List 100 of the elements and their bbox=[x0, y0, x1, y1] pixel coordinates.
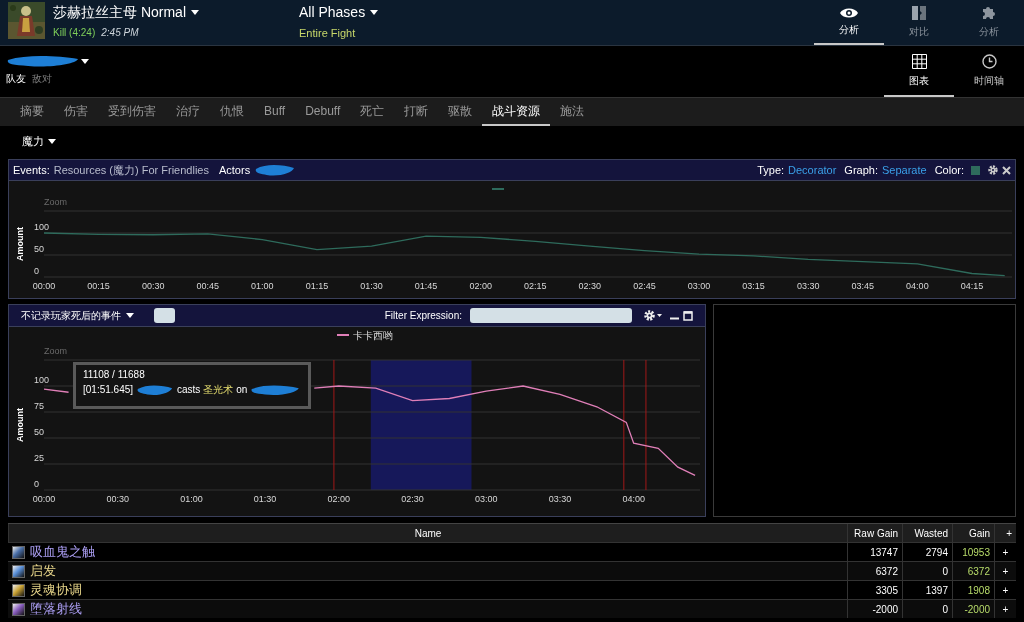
table-cell: -2000 bbox=[847, 600, 902, 618]
filter-expression-field[interactable] bbox=[470, 308, 632, 323]
axis-label: 0 bbox=[34, 479, 39, 489]
graph-link[interactable]: Separate bbox=[882, 161, 927, 179]
tooltip-timestamp: [01:51.645] bbox=[83, 383, 134, 397]
settings-icon[interactable] bbox=[988, 165, 998, 175]
events-label: Events: bbox=[13, 162, 50, 178]
axis-label: 02:15 bbox=[524, 281, 547, 291]
axis-label: 00:45 bbox=[196, 281, 220, 291]
tab[interactable]: 仇恨 bbox=[210, 98, 254, 126]
spell-name: 灵魂协调 bbox=[30, 581, 82, 600]
axis-label: 100 bbox=[34, 222, 50, 232]
axis-title: Amount bbox=[15, 408, 25, 442]
spell-name: 吸血鬼之触 bbox=[30, 543, 95, 562]
type-link[interactable]: Decorator bbox=[788, 161, 837, 179]
axis-label: 50 bbox=[34, 427, 44, 437]
tab[interactable]: 治疗 bbox=[166, 98, 210, 126]
axis-label: 01:15 bbox=[305, 281, 329, 291]
clock-icon bbox=[981, 53, 997, 69]
axis-label: 01:30 bbox=[360, 281, 383, 291]
eye-icon bbox=[840, 6, 858, 19]
side-toggle[interactable]: 敌对 bbox=[32, 71, 52, 86]
axis-label: 01:45 bbox=[414, 281, 438, 291]
axis-label: 00:15 bbox=[87, 281, 110, 291]
axis-label: 01:30 bbox=[253, 494, 277, 504]
side-toggle[interactable]: 队友 bbox=[6, 71, 26, 86]
type-label: Type: bbox=[757, 162, 785, 178]
axis-label: 75 bbox=[34, 401, 44, 411]
tab[interactable]: 驱散 bbox=[438, 98, 483, 126]
axis-label: 02:00 bbox=[327, 494, 351, 504]
table-cell: -2000 bbox=[952, 600, 994, 618]
tooltip-value: 11108 / 11688 bbox=[83, 368, 146, 382]
events-description: Resources (魔力) For Friendlies bbox=[53, 162, 209, 178]
maximize-icon[interactable] bbox=[683, 310, 693, 321]
axis-label: 00:30 bbox=[106, 494, 129, 504]
tab[interactable]: 死亡 bbox=[350, 98, 395, 126]
color-swatch[interactable] bbox=[971, 165, 980, 175]
tab[interactable]: 战斗资源 bbox=[482, 98, 551, 126]
tab[interactable]: 施法 bbox=[550, 98, 595, 126]
axis-label: 0 bbox=[34, 266, 39, 276]
tab[interactable]: Debuff bbox=[295, 98, 351, 126]
filter-label: Filter Expression: bbox=[384, 309, 462, 323]
axis-label: 25 bbox=[34, 453, 44, 463]
legend-label: 卡卡西哟 bbox=[353, 330, 393, 341]
puzzle-icon bbox=[981, 4, 997, 21]
tab[interactable]: 摘要 bbox=[10, 98, 54, 126]
spell-name: 启发 bbox=[30, 562, 56, 581]
axis-label: 03:30 bbox=[548, 494, 572, 504]
fight-result: Kill (4:24) bbox=[53, 26, 96, 40]
actors-label: Actors bbox=[218, 162, 251, 178]
axis-label: 03:00 bbox=[475, 494, 498, 504]
tooltip-preposition: on bbox=[236, 383, 248, 397]
color-label: Color: bbox=[934, 162, 964, 178]
axis-label: 50 bbox=[34, 244, 44, 254]
axis-label: 03:15 bbox=[742, 281, 765, 291]
spell-name: 堕落射线 bbox=[30, 600, 82, 619]
axis-label: 04:00 bbox=[622, 494, 645, 504]
view-tab[interactable]: 时间轴 bbox=[954, 46, 1024, 97]
graph-label: Graph: bbox=[844, 162, 878, 178]
axis-label: 01:00 bbox=[251, 281, 274, 291]
axis-title: Amount bbox=[15, 227, 25, 261]
axis-label: 02:45 bbox=[633, 281, 656, 291]
resource-dropdown[interactable]: 魔力 bbox=[22, 133, 56, 150]
fight-time: 2:45 PM bbox=[101, 26, 139, 40]
table-cell: 0 bbox=[902, 600, 952, 618]
phase-dropdown[interactable]: All Phases bbox=[299, 2, 379, 23]
redaction-mark bbox=[254, 163, 297, 177]
settings-icon[interactable] bbox=[644, 310, 662, 321]
tab[interactable]: Buff bbox=[254, 98, 296, 126]
caret-icon bbox=[191, 10, 199, 15]
axis-label: 04:00 bbox=[906, 281, 929, 291]
axis-label: 00:30 bbox=[141, 281, 165, 291]
axis-label: 02:00 bbox=[469, 281, 492, 291]
axis-label: 00:00 bbox=[32, 494, 56, 504]
spell-icon bbox=[12, 602, 25, 616]
nav-tab[interactable]: 分析 bbox=[954, 0, 1024, 45]
tooltip-verb: casts bbox=[176, 383, 201, 397]
spell-icon bbox=[12, 564, 25, 578]
caret-icon bbox=[126, 313, 134, 318]
tab[interactable]: 伤害 bbox=[54, 98, 98, 126]
spell-name: 圣光术 bbox=[203, 383, 234, 397]
axis-label: 03:45 bbox=[851, 281, 875, 291]
tab[interactable]: 受到伤害 bbox=[98, 98, 166, 126]
axis-label: 00:00 bbox=[32, 281, 56, 291]
axis-label: 04:15 bbox=[960, 281, 984, 291]
zoom-label: Zoom bbox=[44, 346, 67, 356]
close-icon[interactable] bbox=[1002, 165, 1011, 175]
split-panel-icon bbox=[912, 4, 926, 21]
boss-dropdown[interactable]: 莎赫拉丝主母 Normal bbox=[53, 2, 199, 23]
expand-button[interactable]: + bbox=[994, 600, 1016, 618]
caret-icon bbox=[370, 10, 379, 15]
nav-tab[interactable]: 对比 bbox=[884, 0, 954, 45]
death-filter-dropdown[interactable]: 不记录玩家死后的事件 bbox=[21, 308, 134, 323]
axis-label: 100 bbox=[34, 375, 50, 385]
phase-range: Entire Fight bbox=[299, 26, 357, 41]
axis-label: 03:00 bbox=[687, 281, 711, 291]
tab[interactable]: 打断 bbox=[394, 98, 439, 126]
spell-icon bbox=[12, 545, 25, 559]
axis-label: 02:30 bbox=[578, 281, 602, 291]
caret-icon bbox=[48, 139, 56, 144]
